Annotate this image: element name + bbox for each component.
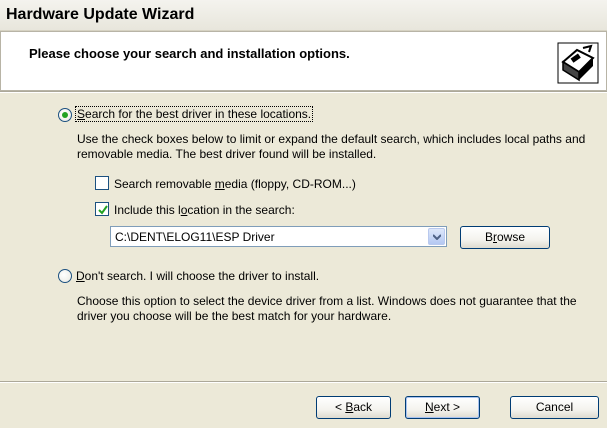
search-radio-label[interactable]: Search for the best driver in these loca…	[74, 106, 314, 122]
include-location-label[interactable]: Include this location in the search:	[114, 203, 295, 217]
browse-button[interactable]: Browse	[460, 226, 550, 249]
dont-search-radio-label[interactable]: Don't search. I will choose the driver t…	[76, 269, 319, 283]
back-button[interactable]: < Back	[316, 396, 391, 419]
combo-dropdown-button[interactable]	[428, 228, 445, 245]
removable-media-checkbox[interactable]	[95, 176, 109, 190]
checkmark-icon	[98, 205, 108, 215]
chevron-down-icon	[433, 234, 441, 240]
window-titlebar[interactable]: Hardware Update Wizard	[0, 0, 607, 31]
page-heading: Please choose your search and installati…	[29, 46, 350, 61]
window-title: Hardware Update Wizard	[6, 6, 195, 23]
footer-separator	[0, 381, 607, 383]
next-button[interactable]: Next >	[405, 396, 480, 419]
location-combobox[interactable]: C:\DENT\ELOG11\ESP Driver	[110, 226, 447, 247]
cancel-button[interactable]: Cancel	[510, 396, 599, 419]
dont-search-description: Choose this option to select the device …	[77, 294, 577, 323]
hardware-wizard-icon	[557, 42, 599, 84]
removable-media-label[interactable]: Search removable media (floppy, CD-ROM..…	[114, 177, 356, 191]
include-location-checkbox[interactable]	[95, 202, 109, 216]
header-separator	[0, 91, 607, 93]
wizard-header: Please choose your search and installati…	[0, 31, 607, 91]
search-description: Use the check boxes below to limit or ex…	[77, 132, 586, 161]
location-value: C:\DENT\ELOG11\ESP Driver	[115, 230, 275, 244]
dont-search-radio[interactable]	[58, 269, 72, 283]
search-radio[interactable]	[58, 108, 72, 122]
